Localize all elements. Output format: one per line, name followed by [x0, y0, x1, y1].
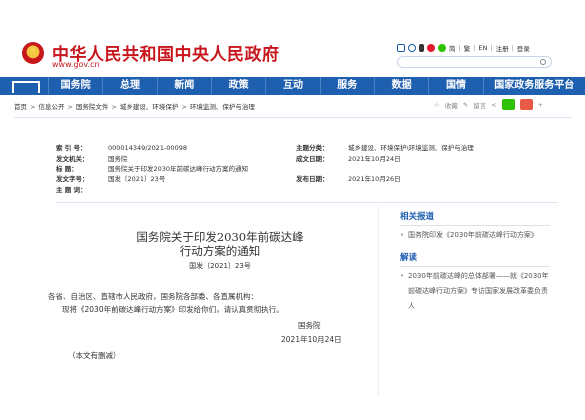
nav-item-service-platform[interactable]: 国家政务服务平台 [482, 77, 585, 95]
chevron-right-icon: > [30, 103, 36, 111]
wechat-share-icon[interactable] [501, 99, 515, 110]
search-icon[interactable] [540, 59, 546, 65]
wechat-icon[interactable] [438, 44, 446, 52]
pencil-icon[interactable]: ✎ [463, 101, 468, 109]
nav-item-news[interactable]: 新闻 [156, 77, 211, 95]
nav-item-services[interactable]: 服务 [319, 77, 374, 95]
link-english[interactable]: EN [478, 44, 487, 52]
info-index: 索 引 号： 000014349/2021-00098 [56, 144, 187, 152]
tiananmen-icon[interactable] [0, 77, 48, 95]
article-doc-number: 国发〔2021〕23号 [189, 262, 251, 270]
separator: | [458, 44, 461, 52]
link-login[interactable]: 登录 [517, 43, 530, 53]
interpretation-link[interactable]: 2030年前碳达峰的总体部署——就《2030年前碳达峰行动方案》专访国家发展改革… [400, 269, 550, 314]
info-published: 发布日期： 2021年10月26日 [296, 175, 401, 183]
breadcrumb-state-council-docs[interactable]: 国务院文件 [76, 103, 109, 111]
chevron-right-icon: > [181, 103, 187, 111]
divider [14, 117, 572, 118]
separator: | [511, 44, 514, 52]
info-issuer: 发文机关： 国务院 [56, 155, 128, 163]
sidebar: 相关报道 国务院印发《2030年前碳达峰行动方案》 解读 2030年前碳达峰的总… [400, 210, 550, 314]
info-doc-number: 发文字号： 国发〔2021〕23号 [56, 175, 166, 183]
mobile-icon[interactable] [419, 44, 424, 52]
chevron-right-icon: > [67, 103, 73, 111]
info-created: 成文日期： 2021年10月24日 [296, 155, 401, 163]
interpretation-heading: 解读 [400, 251, 550, 267]
breadcrumb-info-public[interactable]: 信息公开 [38, 103, 64, 111]
nav-item-interaction[interactable]: 互动 [265, 77, 319, 95]
link-traditional[interactable]: 繁 [464, 43, 471, 53]
article-paragraph: 各省、自治区、直辖市人民政府，国务院各部委、各直属机构： [48, 292, 258, 301]
article-paragraph: 现将《2030年前碳达峰行动方案》印发给你们，请认真贯彻执行。 [62, 305, 284, 314]
signature-org: 国务院 [298, 321, 321, 330]
abridged-note: （本文有删减） [68, 351, 121, 360]
chevron-right-icon: > [111, 103, 117, 111]
top-links: 简 | 繁 | EN | 注册 | 登录 [397, 43, 530, 53]
info-category: 主题分类： 城乡建设、环境保护\环境监测、保护与治理 [296, 144, 474, 152]
site-header: 中华人民共和国中央人民政府 www.gov.cn 简 | 繁 | EN | 注册… [0, 0, 585, 76]
weibo-share-icon[interactable] [519, 99, 533, 110]
message-icon[interactable] [408, 44, 416, 52]
nav-item-premier[interactable]: 总理 [102, 77, 156, 95]
info-keywords: 主 题 词： [56, 186, 87, 194]
divider [56, 202, 558, 203]
comment-link[interactable]: 留言 [473, 100, 486, 110]
weibo-icon[interactable] [427, 44, 435, 52]
nav-item-national-info[interactable]: 国情 [428, 77, 482, 95]
article-title-line1: 国务院关于印发2030年前碳达峰 [136, 230, 304, 244]
nav-item-policy[interactable]: 政策 [210, 77, 265, 95]
breadcrumb-urban-environment[interactable]: 城乡建设、环境保护 [120, 103, 179, 111]
nav-item-data[interactable]: 数据 [373, 77, 428, 95]
star-icon[interactable]: ☆ [434, 101, 440, 109]
page-tools: ☆ 收藏 ✎ 留言 < + [434, 99, 543, 110]
article-title-line2: 行动方案的通知 [179, 244, 261, 258]
info-title: 标 题： 国务院关于印发2030年前碳达峰行动方案的通知 [56, 165, 249, 173]
article-title: 国务院关于印发2030年前碳达峰 行动方案的通知 [120, 230, 320, 258]
article-body: 各省、自治区、直辖市人民政府，国务院各部委、各直属机构： 现将《2030年前碳达… [48, 290, 368, 316]
national-emblem-icon[interactable] [22, 42, 44, 64]
related-report-link[interactable]: 国务院印发《2030年前碳达峰行动方案》 [400, 228, 550, 243]
breadcrumb: 首页 > 信息公开 > 国务院文件 > 城乡建设、环境保护 > 环境监测、保护与治理 [14, 101, 255, 111]
site-url[interactable]: www.gov.cn [52, 60, 100, 69]
share-icon[interactable]: < [491, 101, 496, 109]
plus-icon[interactable]: + [538, 101, 543, 109]
search-input[interactable] [397, 56, 552, 68]
link-simplified[interactable]: 简 [449, 43, 456, 53]
breadcrumb-env-monitoring[interactable]: 环境监测、保护与治理 [190, 103, 255, 111]
divider [378, 206, 379, 396]
favorite-link[interactable]: 收藏 [445, 100, 458, 110]
separator: | [473, 44, 476, 52]
main-nav: 国务院 总理 新闻 政策 互动 服务 数据 国情 国家政务服务平台 [0, 77, 585, 95]
separator: | [490, 44, 493, 52]
nav-item-state-council[interactable]: 国务院 [48, 77, 102, 95]
signature-date: 2021年10月24日 [281, 335, 342, 344]
link-register[interactable]: 注册 [496, 43, 509, 53]
related-reports-heading: 相关报道 [400, 210, 550, 226]
mail-icon[interactable] [397, 44, 405, 52]
breadcrumb-home[interactable]: 首页 [14, 103, 27, 111]
